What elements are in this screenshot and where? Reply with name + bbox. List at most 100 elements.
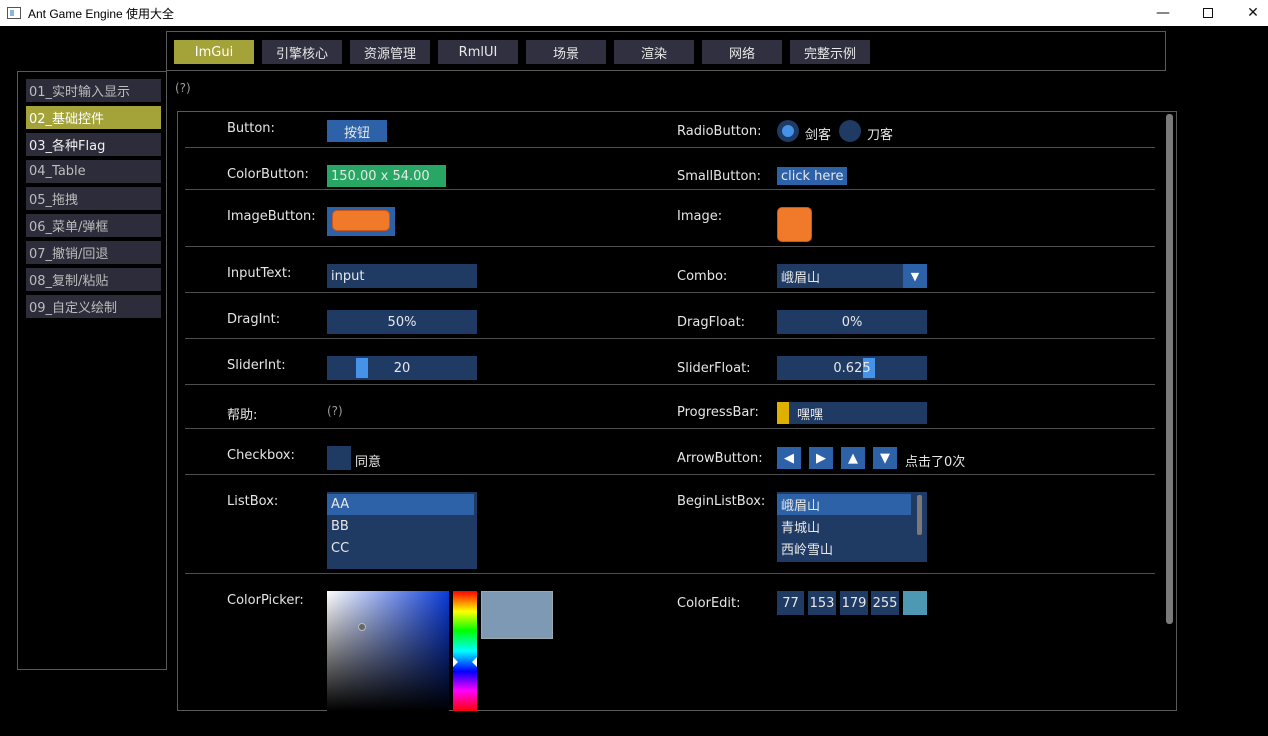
color-edit-a[interactable]: 255: [871, 591, 899, 615]
arrow-click-count: 点击了0次: [905, 455, 966, 470]
slider-float-value: 0.625: [833, 360, 871, 376]
checkbox-text: 同意: [355, 455, 382, 470]
arrow-down-button[interactable]: ▼: [873, 447, 897, 469]
tab-network[interactable]: 网络: [702, 40, 782, 64]
tab-engine-core[interactable]: 引擎核心: [262, 40, 342, 64]
sidebar-item-undo-redo[interactable]: 07_撤销/回退: [26, 241, 161, 264]
radio-swordsman[interactable]: [777, 120, 799, 142]
top-tab-bar: ImGui 引擎核心 资源管理 RmlUI 场景 渲染 网络 完整示例: [166, 31, 1166, 71]
panel-scrollbar[interactable]: [1166, 114, 1173, 624]
color-edit-swatch[interactable]: [903, 591, 927, 615]
list-item[interactable]: 峨眉山: [777, 494, 911, 515]
sidebar-item-basic-controls[interactable]: 02_基础控件: [26, 106, 161, 129]
sidebar-item-copy-paste[interactable]: 08_复制/粘贴: [26, 268, 161, 291]
window-titlebar: Ant Game Engine 使用大全: [0, 0, 1268, 26]
progress-bar-fill: [777, 402, 789, 424]
button-label: Button:: [227, 121, 275, 136]
sidebar-item-table[interactable]: 04_Table: [26, 160, 161, 183]
color-picker-hue-bar[interactable]: [453, 591, 477, 711]
chevron-down-icon[interactable]: ▼: [903, 264, 927, 288]
color-edit-r[interactable]: 77: [777, 591, 804, 615]
maximize-button[interactable]: [1185, 0, 1231, 26]
tab-full-example[interactable]: 完整示例: [790, 40, 870, 64]
list-item[interactable]: CC: [327, 538, 474, 559]
radio-selected-dot: [782, 125, 794, 137]
demo-button[interactable]: 按钮: [327, 120, 387, 142]
combo-box[interactable]: 峨眉山 ▼: [777, 264, 927, 288]
help-marker[interactable]: (?): [175, 81, 191, 95]
image-button[interactable]: [327, 207, 395, 236]
checkbox-label: Checkbox:: [227, 448, 295, 463]
row-separator: [185, 384, 1155, 385]
input-text-field[interactable]: input: [327, 264, 477, 288]
demo-image: [777, 207, 812, 242]
listbox-label: ListBox:: [227, 494, 279, 509]
image-button-image: [332, 210, 390, 231]
sidebar-item-flags[interactable]: 03_各种Flag: [26, 133, 161, 156]
smallbutton-label: SmallButton:: [677, 169, 762, 184]
beginlistbox-label: BeginListBox:: [677, 494, 766, 509]
colorpicker-label: ColorPicker:: [227, 593, 304, 608]
color-edit-b[interactable]: 179: [840, 591, 868, 615]
begin-list-box[interactable]: 峨眉山 青城山 西岭雪山: [777, 492, 927, 562]
list-item[interactable]: AA: [327, 494, 474, 515]
slider-int-value: 20: [393, 360, 411, 376]
tab-rmlui[interactable]: RmlUI: [438, 40, 518, 64]
tab-resource-management[interactable]: 资源管理: [350, 40, 430, 64]
app-icon: [7, 7, 21, 19]
help-tooltip-marker[interactable]: (?): [327, 404, 343, 418]
slider-float[interactable]: 0.625: [777, 356, 927, 380]
row-separator: [185, 573, 1155, 574]
tab-imgui[interactable]: ImGui: [174, 40, 254, 64]
arrow-up-button[interactable]: ▲: [841, 447, 865, 469]
sidebar-item-custom-draw[interactable]: 09_自定义绘制: [26, 295, 161, 318]
listbox-scrollbar[interactable]: [917, 495, 922, 535]
progressbar-label: ProgressBar:: [677, 405, 759, 420]
window-title: Ant Game Engine 使用大全: [28, 6, 175, 21]
arrowbutton-label: ArrowButton:: [677, 451, 763, 466]
slider-int[interactable]: 20: [327, 356, 477, 380]
hue-marker-left-icon: [453, 657, 458, 667]
tab-render[interactable]: 渲染: [614, 40, 694, 64]
sidebar-item-menu-popup[interactable]: 06_菜单/弹框: [26, 214, 161, 237]
imagebutton-label: ImageButton:: [227, 209, 316, 224]
inputtext-label: InputText:: [227, 266, 292, 281]
row-separator: [185, 474, 1155, 475]
row-separator: [185, 147, 1155, 148]
color-picker-saturation-value[interactable]: [327, 591, 449, 711]
sidebar-item-drag-drop[interactable]: 05_拖拽: [26, 187, 161, 210]
drag-int[interactable]: 50%: [327, 310, 477, 334]
row-separator: [185, 292, 1155, 293]
tab-scene[interactable]: 场景: [526, 40, 606, 64]
close-button[interactable]: ✕: [1230, 0, 1268, 26]
list-box[interactable]: AA BB CC: [327, 492, 477, 569]
sidebar-item-input-display[interactable]: 01_实时输入显示: [26, 79, 161, 102]
color-button[interactable]: 150.00 x 54.00: [327, 165, 446, 187]
list-item[interactable]: 青城山: [777, 516, 911, 537]
slider-int-grab[interactable]: [356, 358, 368, 378]
arrow-left-button[interactable]: ◀: [777, 447, 801, 469]
list-item[interactable]: BB: [327, 516, 474, 537]
minimize-button[interactable]: —: [1140, 0, 1186, 26]
radio-blademan-label: 刀客: [867, 128, 894, 143]
image-label: Image:: [677, 209, 723, 224]
row-separator: [185, 246, 1155, 247]
row-separator: [185, 189, 1155, 190]
hue-marker-right-icon: [472, 657, 477, 667]
drag-float[interactable]: 0%: [777, 310, 927, 334]
combo-label: Combo:: [677, 269, 728, 284]
coloredit-label: ColorEdit:: [677, 596, 741, 611]
agree-checkbox[interactable]: [327, 446, 351, 470]
list-item[interactable]: 西岭雪山: [777, 538, 911, 559]
color-edit-g[interactable]: 153: [808, 591, 836, 615]
sidebar: 01_实时输入显示 02_基础控件 03_各种Flag 04_Table 05_…: [17, 71, 167, 670]
sliderint-label: SliderInt:: [227, 358, 286, 373]
color-picker-cursor[interactable]: [358, 623, 366, 631]
arrow-right-button[interactable]: ▶: [809, 447, 833, 469]
row-separator: [185, 338, 1155, 339]
sliderfloat-label: SliderFloat:: [677, 361, 751, 376]
small-button[interactable]: click here: [777, 167, 848, 185]
radio-blademan[interactable]: [839, 120, 861, 142]
maximize-icon: [1203, 8, 1213, 18]
radio-swordsman-label: 剑客: [805, 128, 832, 143]
